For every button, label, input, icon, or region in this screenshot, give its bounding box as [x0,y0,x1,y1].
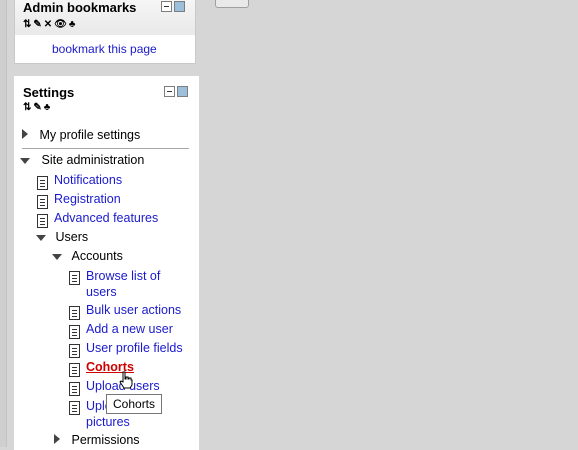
dock-icon[interactable] [174,1,185,12]
collapsed-arrow-icon [54,434,60,444]
block-controls [161,1,185,12]
notifications-link[interactable]: Notifications [54,173,122,187]
settings-edit-icons: ⇅ ✎ ♣ [23,102,50,113]
left-scrollbar-strip [0,0,7,447]
tree-item-permissions[interactable]: Permissions [54,433,140,447]
accounts-label: Accounts [71,249,123,263]
block-edit-icons: ⇅ ✎ ✕ 👁 ♣ [23,19,75,30]
site-admin-label: Site administration [41,153,145,167]
top-button[interactable] [215,0,249,8]
page-icon [69,271,80,285]
hide-icon[interactable]: 👁 [54,19,67,30]
hand-cursor-icon [119,371,133,389]
block-header: Admin bookmarks ⇅ ✎ ✕ 👁 ♣ [15,0,195,35]
roles-icon[interactable]: ♣ [44,102,50,113]
block-title: Admin bookmarks [23,0,137,15]
add-new-user-link[interactable]: Add a new user [86,322,173,336]
edit-icon[interactable]: ✎ [33,102,41,113]
page-icon [69,325,80,339]
page-icon [69,401,80,415]
minimize-icon[interactable] [164,86,175,97]
settings-header: Settings ⇅ ✎ ♣ [15,77,198,117]
settings-title: Settings [23,85,75,100]
admin-bookmarks-block: Admin bookmarks ⇅ ✎ ✕ 👁 ♣ bookmark this … [14,0,196,64]
page-icon [37,176,48,190]
page-icon [37,195,48,209]
expanded-arrow-icon [36,235,46,241]
user-profile-fields-link[interactable]: User profile fields [86,341,183,355]
my-profile-label: My profile settings [39,128,141,142]
browse-users-link[interactable]: Browse list of users [86,268,182,300]
collapsed-arrow-icon [22,129,28,139]
delete-icon[interactable]: ✕ [44,19,52,30]
settings-controls [164,86,188,97]
edit-icon[interactable]: ✎ [33,19,41,30]
tree-item-my-profile[interactable]: My profile settings [22,128,140,142]
tree-divider [22,148,189,149]
browse-users-label: Browse list of users [86,269,161,299]
users-label: Users [55,230,89,244]
move-icon[interactable]: ⇅ [23,102,31,113]
expanded-arrow-icon [20,158,30,164]
move-icon[interactable]: ⇅ [23,19,31,30]
minimize-icon[interactable] [161,1,172,12]
page-icon [69,344,80,358]
page-icon [37,214,48,228]
tree-item-users[interactable]: Users [36,230,88,244]
dock-icon[interactable] [177,86,188,97]
tree-item-site-admin[interactable]: Site administration [20,153,144,167]
tooltip: Cohorts [106,394,163,414]
roles-icon[interactable]: ♣ [69,19,75,30]
page-icon [69,382,80,396]
bookmark-this-page-link[interactable]: bookmark this page [52,42,157,56]
expanded-arrow-icon [52,254,62,260]
bulk-user-actions-link[interactable]: Bulk user actions [86,303,181,317]
page-icon [69,306,80,320]
registration-link[interactable]: Registration [54,192,121,206]
permissions-label: Permissions [71,433,140,447]
advanced-features-link[interactable]: Advanced features [54,211,158,225]
tree-item-accounts[interactable]: Accounts [52,249,123,263]
page-icon [69,363,80,377]
